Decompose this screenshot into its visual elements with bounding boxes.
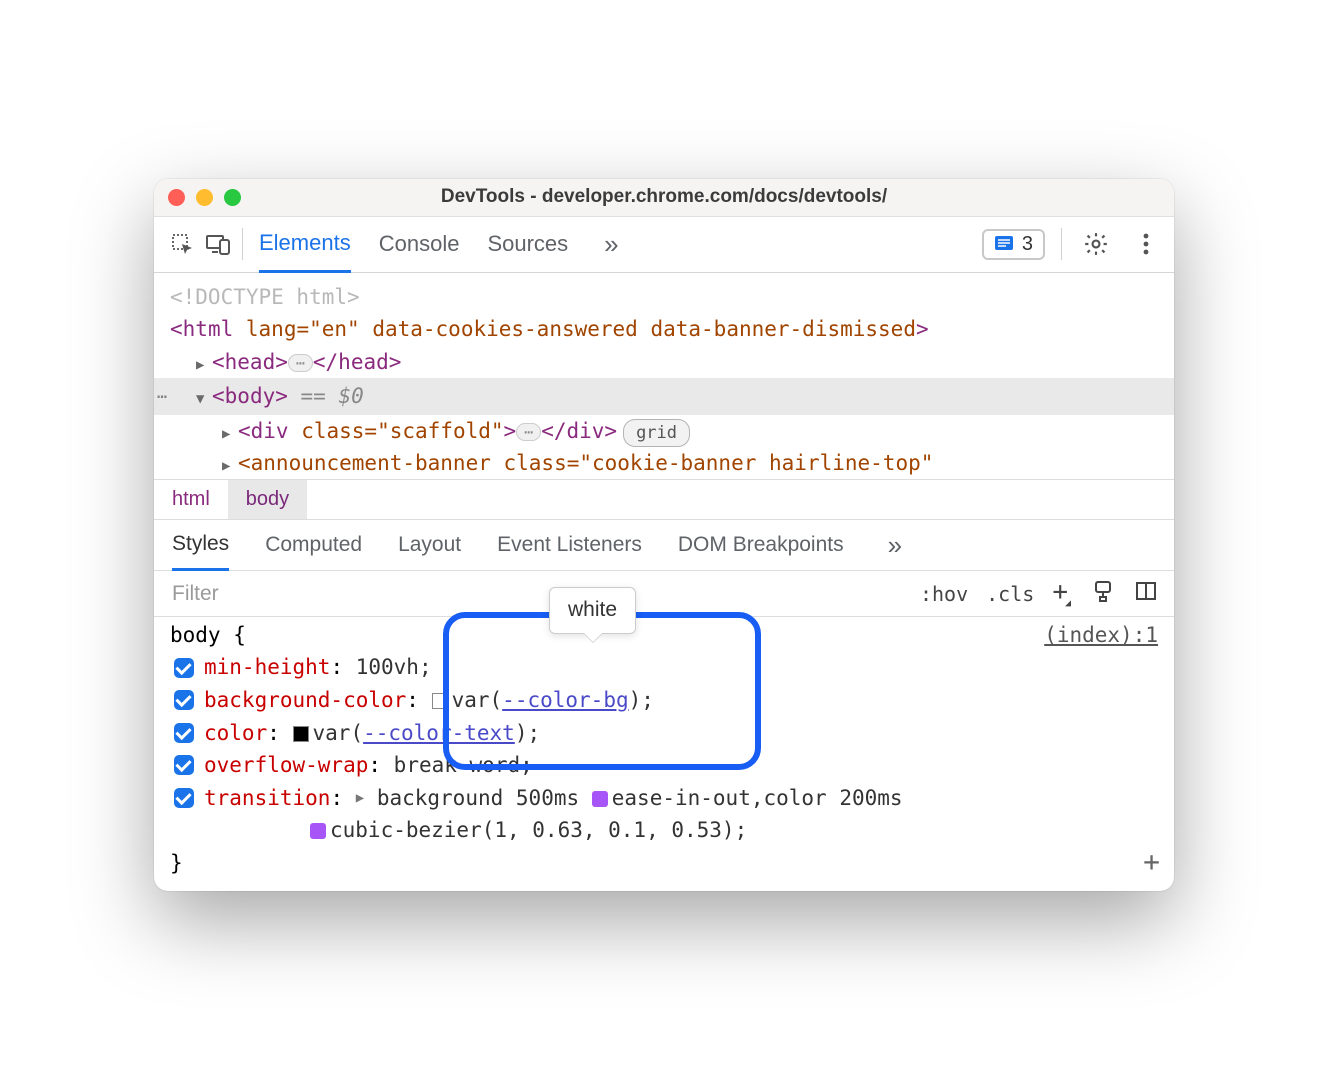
doctype-line: <!DOCTYPE html>: [170, 281, 1158, 314]
rule-block: min-height: 100vh; background-color: var…: [154, 647, 1174, 891]
hover-tooltip: white: [549, 587, 636, 634]
maximize-button[interactable]: [224, 189, 241, 206]
issues-badge[interactable]: 3: [982, 229, 1045, 260]
decl-min-height[interactable]: min-height: 100vh;: [170, 651, 1158, 684]
add-declaration-icon[interactable]: +: [1143, 840, 1160, 883]
decl-transition[interactable]: transition: ▶ background 500ms ease-in-o…: [170, 782, 1158, 815]
titlebar: DevTools - developer.chrome.com/docs/dev…: [154, 179, 1174, 217]
subtab-layout[interactable]: Layout: [398, 521, 461, 569]
expand-icon[interactable]: ▶: [356, 790, 364, 806]
close-button[interactable]: [168, 189, 185, 206]
decl-transition-cont[interactable]: cubic-bezier(1, 0.63, 0.1, 0.53);: [170, 814, 1158, 847]
subtab-event-listeners[interactable]: Event Listeners: [497, 521, 642, 569]
html-open-line[interactable]: <html lang="en" data-cookies-answered da…: [170, 313, 1158, 346]
new-rule-icon[interactable]: +◢: [1052, 577, 1074, 607]
body-selected-line[interactable]: ▼<body> == $0: [154, 378, 1174, 415]
toolbar-divider: [242, 228, 243, 260]
cls-toggle[interactable]: .cls: [986, 582, 1034, 606]
toolbar-divider-2: [1061, 228, 1062, 260]
styles-subtabs: Styles Computed Layout Event Listeners D…: [154, 520, 1174, 571]
kebab-icon[interactable]: [1128, 226, 1164, 262]
toolbar-right: 3: [982, 226, 1164, 262]
decl-color[interactable]: color: var(--color-text);: [170, 717, 1158, 750]
decl-checkbox[interactable]: [174, 658, 194, 678]
hov-toggle[interactable]: :hov: [920, 582, 968, 606]
var-link-color-text[interactable]: --color-text: [363, 721, 515, 745]
tab-elements[interactable]: Elements: [259, 216, 351, 273]
subtab-computed[interactable]: Computed: [265, 521, 362, 569]
paint-bucket-icon[interactable]: [1092, 579, 1116, 608]
inspect-icon[interactable]: [164, 226, 200, 262]
div-scaffold-line[interactable]: ▶<div class="scaffold">⋯</div>grid: [170, 415, 1158, 448]
rule-source-link[interactable]: (index):1: [1044, 623, 1158, 647]
more-tabs-icon[interactable]: »: [604, 229, 618, 260]
minimize-button[interactable]: [196, 189, 213, 206]
decl-checkbox[interactable]: [174, 690, 194, 710]
flex-toggle-icon[interactable]: [1134, 579, 1158, 608]
devtools-window: DevTools - developer.chrome.com/docs/dev…: [154, 179, 1174, 892]
traffic-lights: [168, 189, 241, 206]
filter-bar: :hov .cls +◢: [154, 571, 1174, 617]
decl-checkbox[interactable]: [174, 788, 194, 808]
subtab-dom-breakpoints[interactable]: DOM Breakpoints: [678, 521, 844, 569]
main-toolbar: Elements Console Sources » 3: [154, 217, 1174, 273]
rule-selector[interactable]: body {: [170, 623, 246, 647]
gear-icon[interactable]: [1078, 226, 1114, 262]
crumb-body[interactable]: body: [228, 480, 307, 519]
grid-badge[interactable]: grid: [623, 419, 690, 447]
tab-sources[interactable]: Sources: [487, 217, 568, 271]
decl-checkbox[interactable]: [174, 723, 194, 743]
panel-tabs: Elements Console Sources »: [259, 216, 619, 272]
tab-console[interactable]: Console: [379, 217, 460, 271]
rule-close-brace: }: [170, 847, 1158, 880]
decl-overflow-wrap[interactable]: overflow-wrap: break-word;: [170, 749, 1158, 782]
dom-tree[interactable]: <!DOCTYPE html> <html lang="en" data-coo…: [154, 273, 1174, 480]
announcement-line[interactable]: ▶<announcement-banner class="cookie-bann…: [170, 447, 1158, 479]
subtab-styles[interactable]: Styles: [172, 520, 229, 571]
head-line[interactable]: ▶<head>⋯</head>: [170, 346, 1158, 379]
breadcrumb: html body: [154, 479, 1174, 520]
ellipsis-icon[interactable]: ⋯: [516, 423, 541, 441]
ellipsis-icon[interactable]: ⋯: [288, 354, 313, 372]
decl-background-color[interactable]: background-color: var(--color-bg);: [170, 684, 1158, 717]
color-swatch-black[interactable]: [293, 726, 309, 742]
color-swatch-white[interactable]: [432, 693, 448, 709]
easing-swatch-icon[interactable]: [592, 791, 608, 807]
more-subtabs-icon[interactable]: »: [888, 530, 902, 561]
var-link-color-bg[interactable]: --color-bg: [502, 688, 628, 712]
issues-count: 3: [1022, 233, 1033, 256]
decl-checkbox[interactable]: [174, 755, 194, 775]
crumb-html[interactable]: html: [154, 480, 228, 519]
filter-input[interactable]: [154, 582, 774, 606]
window-title: DevTools - developer.chrome.com/docs/dev…: [154, 186, 1174, 208]
easing-swatch-icon[interactable]: [310, 823, 326, 839]
rule-header: body { (index):1: [154, 617, 1174, 647]
device-toggle-icon[interactable]: [200, 226, 236, 262]
